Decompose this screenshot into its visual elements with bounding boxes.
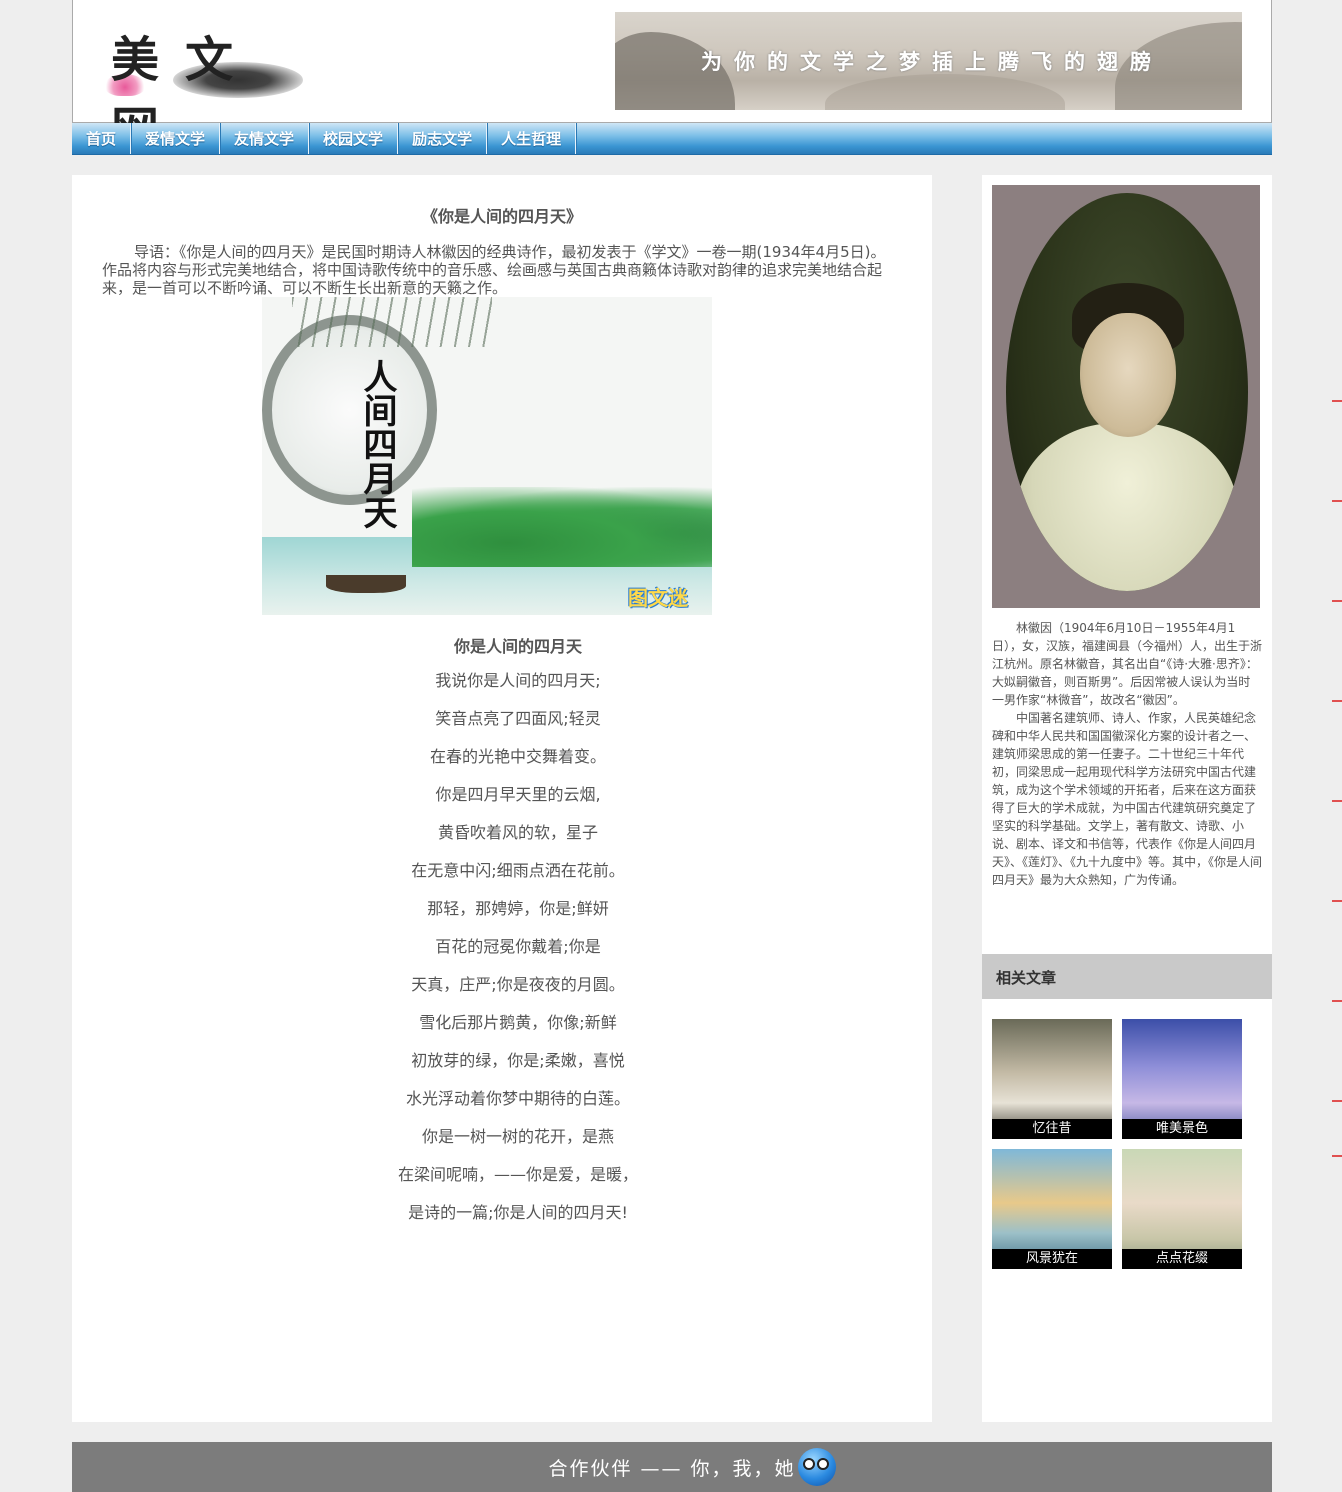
related-article-caption[interactable]: 点点花缀 xyxy=(1122,1249,1242,1269)
site-footer: 合作伙伴 —— 你，我，她 xyxy=(72,1442,1272,1492)
poem-line: 水光浮动着你梦中期待的白莲。 xyxy=(405,1089,630,1108)
edge-marker xyxy=(1332,500,1342,502)
portrait-face xyxy=(1080,313,1176,437)
bio-paragraph: 林徽因（1904年6月10日－1955年4月1日），女，汉族，福建闽县（今福州）… xyxy=(992,621,1263,707)
mountain-decoration xyxy=(825,74,1065,110)
edge-marker xyxy=(1332,900,1342,902)
poem-line: 黄昏吹着风的软，星子 xyxy=(437,823,598,842)
poem-line: 在春的光艳中交舞着变。 xyxy=(429,747,606,766)
hills-decoration xyxy=(412,487,712,567)
nav-item-friendship[interactable]: 友情文学 xyxy=(220,123,310,154)
bio-paragraph: 中国著名建筑师、诗人、作家，人民英雄纪念碑和中华人民共和国国徽深化方案的设计者之… xyxy=(992,711,1263,887)
article-panel: 《你是人间的四月天》 导语：《你是人间的四月天》是民国时期诗人林徽因的经典诗作，… xyxy=(72,175,932,1422)
poem-line: 那轻，那娉婷，你是;鲜妍 xyxy=(427,899,609,918)
footer-partners-text: 合作伙伴 —— 你，我，她 xyxy=(548,1458,796,1480)
poem-line: 是诗的一篇;你是人间的四月天! xyxy=(408,1203,628,1222)
author-bio: 林徽因（1904年6月10日－1955年4月1日），女，汉族，福建闽县（今福州）… xyxy=(992,619,1262,889)
nav-link-home[interactable]: 首页 xyxy=(72,128,130,149)
related-article-card[interactable]: 风景犹在 xyxy=(992,1149,1112,1269)
article-intro: 导语：《你是人间的四月天》是民国时期诗人林徽因的经典诗作，最初发表于《学文》一卷… xyxy=(102,243,886,297)
illustration-calligraphy: 人间四月天 xyxy=(357,359,397,529)
nav-link-inspiration[interactable]: 励志文学 xyxy=(398,128,486,149)
header-banner: 为你的文学之梦插上腾飞的翅膀 xyxy=(615,12,1242,110)
related-article-caption[interactable]: 忆往昔 xyxy=(992,1119,1112,1139)
eye-icon xyxy=(817,1458,829,1470)
illustration-watermark: 图文迷 xyxy=(628,586,688,610)
banner-slogan: 为你的文学之梦插上腾飞的翅膀 xyxy=(701,49,1163,74)
boat-decoration xyxy=(326,575,406,593)
poem-body: 我说你是人间的四月天; 笑音点亮了四面风;轻灵 在春的光艳中交舞着变。 你是四月… xyxy=(72,671,964,1241)
poem-line: 百花的冠冕你戴着;你是 xyxy=(435,937,601,956)
edge-marker xyxy=(1332,600,1342,602)
article-illustration: 人间四月天 图文迷 xyxy=(262,297,712,615)
poem-title: 你是人间的四月天 xyxy=(453,637,582,656)
poem-line: 初放芽的绿，你是;柔嫩，喜悦 xyxy=(411,1051,625,1070)
poem-line: 在无意中闪;细雨点洒在花前。 xyxy=(411,861,625,880)
nav-item-inspiration[interactable]: 励志文学 xyxy=(398,123,488,154)
nav-link-philosophy[interactable]: 人生哲理 xyxy=(487,128,575,149)
edge-marker xyxy=(1332,400,1342,402)
poem-line: 你是一树一树的花开，是燕 xyxy=(421,1127,614,1146)
edge-marker xyxy=(1332,1155,1342,1157)
nav-link-campus[interactable]: 校园文学 xyxy=(309,128,397,149)
smiley-icon xyxy=(798,1448,836,1486)
edge-marker xyxy=(1332,1100,1342,1102)
nav-item-philosophy[interactable]: 人生哲理 xyxy=(487,123,577,154)
related-article-card[interactable]: 唯美景色 xyxy=(1122,1019,1242,1139)
nav-item-home[interactable]: 首页 xyxy=(72,123,132,154)
portrait-oval xyxy=(1006,193,1248,591)
edge-marker xyxy=(1332,1000,1342,1002)
related-article-caption[interactable]: 风景犹在 xyxy=(992,1249,1112,1269)
related-articles-title: 相关文章 xyxy=(996,969,1057,987)
portrait-robe xyxy=(1016,423,1238,591)
main-nav: 首页 爱情文学 友情文学 校园文学 励志文学 人生哲理 xyxy=(72,123,1272,155)
related-article-card[interactable]: 点点花缀 xyxy=(1122,1149,1242,1269)
sidebar: 林徽因（1904年6月10日－1955年4月1日），女，汉族，福建闽县（今福州）… xyxy=(982,175,1272,1422)
nav-item-campus[interactable]: 校园文学 xyxy=(309,123,399,154)
edge-marker xyxy=(1332,700,1342,702)
poem-line: 雪化后那片鹅黄，你像;新鲜 xyxy=(419,1013,617,1032)
poem-line: 在梁间呢喃，——你是爱，是暖， xyxy=(397,1165,638,1184)
related-articles-header: 相关文章 xyxy=(982,954,1272,999)
related-article-card[interactable]: 忆往昔 xyxy=(992,1019,1112,1139)
poem-line: 你是四月早天里的云烟, xyxy=(435,785,601,804)
poem-line: 我说你是人间的四月天; xyxy=(435,671,601,690)
author-portrait xyxy=(992,185,1260,608)
nav-item-love[interactable]: 爱情文学 xyxy=(131,123,221,154)
nav-link-friendship[interactable]: 友情文学 xyxy=(220,128,308,149)
site-header: 美文网 为你的文学之梦插上腾飞的翅膀 xyxy=(72,0,1272,158)
nav-link-love[interactable]: 爱情文学 xyxy=(131,128,219,149)
willow-decoration xyxy=(292,297,492,347)
poem-line: 天真，庄严;你是夜夜的月圆。 xyxy=(411,975,625,994)
site-logo[interactable]: 美文网 xyxy=(103,14,313,158)
edge-marker xyxy=(1332,800,1342,802)
related-article-caption[interactable]: 唯美景色 xyxy=(1122,1119,1242,1139)
article-title: 《你是人间的四月天》 xyxy=(421,207,582,226)
poem-line: 笑音点亮了四面风;轻灵 xyxy=(435,709,601,728)
eye-icon xyxy=(803,1458,815,1470)
